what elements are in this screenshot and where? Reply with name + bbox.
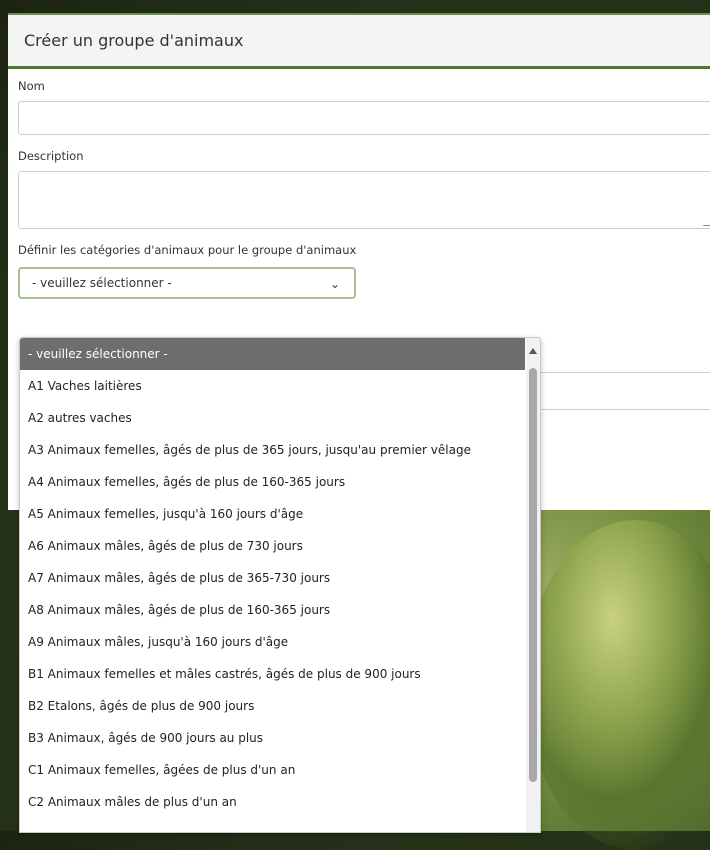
dropdown-option[interactable]: A5 Animaux femelles, jusqu'à 160 jours d… bbox=[20, 498, 525, 530]
dropdown-option[interactable]: B3 Animaux, âgés de 900 jours au plus bbox=[20, 722, 525, 754]
chevron-down-icon: ⌄ bbox=[329, 277, 340, 291]
scrollbar-thumb[interactable] bbox=[529, 368, 537, 782]
modal-header: Créer un groupe d'animaux bbox=[8, 13, 710, 69]
description-textarea[interactable] bbox=[18, 171, 710, 229]
dropdown-option[interactable]: A8 Animaux mâles, âgés de plus de 160-36… bbox=[20, 594, 525, 626]
categories-label: Définir les catégories d'animaux pour le… bbox=[18, 243, 357, 257]
hidden-field bbox=[530, 372, 710, 410]
category-select[interactable]: - veuillez sélectionner - ⌄ bbox=[18, 267, 356, 299]
dropdown-scrollbar[interactable] bbox=[526, 338, 540, 832]
dropdown-option[interactable]: B1 Animaux femelles et mâles castrés, âg… bbox=[20, 658, 525, 690]
dropdown-option[interactable]: C2 Animaux mâles de plus d'un an bbox=[20, 786, 525, 818]
name-label: Nom bbox=[18, 79, 45, 93]
dropdown-option[interactable]: A1 Vaches laitières bbox=[20, 370, 525, 402]
dropdown-option[interactable]: - veuillez sélectionner - bbox=[20, 338, 525, 370]
description-label: Description bbox=[18, 149, 84, 163]
modal-title: Créer un groupe d'animaux bbox=[24, 31, 244, 50]
dropdown-option[interactable]: A3 Animaux femelles, âgés de plus de 365… bbox=[20, 434, 525, 466]
dropdown-option[interactable]: A2 autres vaches bbox=[20, 402, 525, 434]
category-dropdown-list[interactable]: - veuillez sélectionner - A1 Vaches lait… bbox=[19, 337, 541, 833]
name-input[interactable] bbox=[18, 101, 710, 135]
resize-grip-icon[interactable] bbox=[702, 217, 710, 226]
background-image bbox=[525, 520, 710, 850]
group-form: Nom Description Définir les catégories d… bbox=[8, 79, 710, 299]
category-select-value: - veuillez sélectionner - bbox=[32, 276, 172, 290]
dropdown-option[interactable]: B2 Etalons, âgés de plus de 900 jours bbox=[20, 690, 525, 722]
dropdown-option[interactable]: A7 Animaux mâles, âgés de plus de 365-73… bbox=[20, 562, 525, 594]
triangle-up-icon[interactable] bbox=[529, 348, 537, 354]
dropdown-option[interactable]: A4 Animaux femelles, âgés de plus de 160… bbox=[20, 466, 525, 498]
dropdown-option[interactable]: C1 Animaux femelles, âgées de plus d'un … bbox=[20, 754, 525, 786]
dropdown-option[interactable]: A6 Animaux mâles, âgés de plus de 730 jo… bbox=[20, 530, 525, 562]
dropdown-option[interactable]: A9 Animaux mâles, jusqu'à 160 jours d'âg… bbox=[20, 626, 525, 658]
